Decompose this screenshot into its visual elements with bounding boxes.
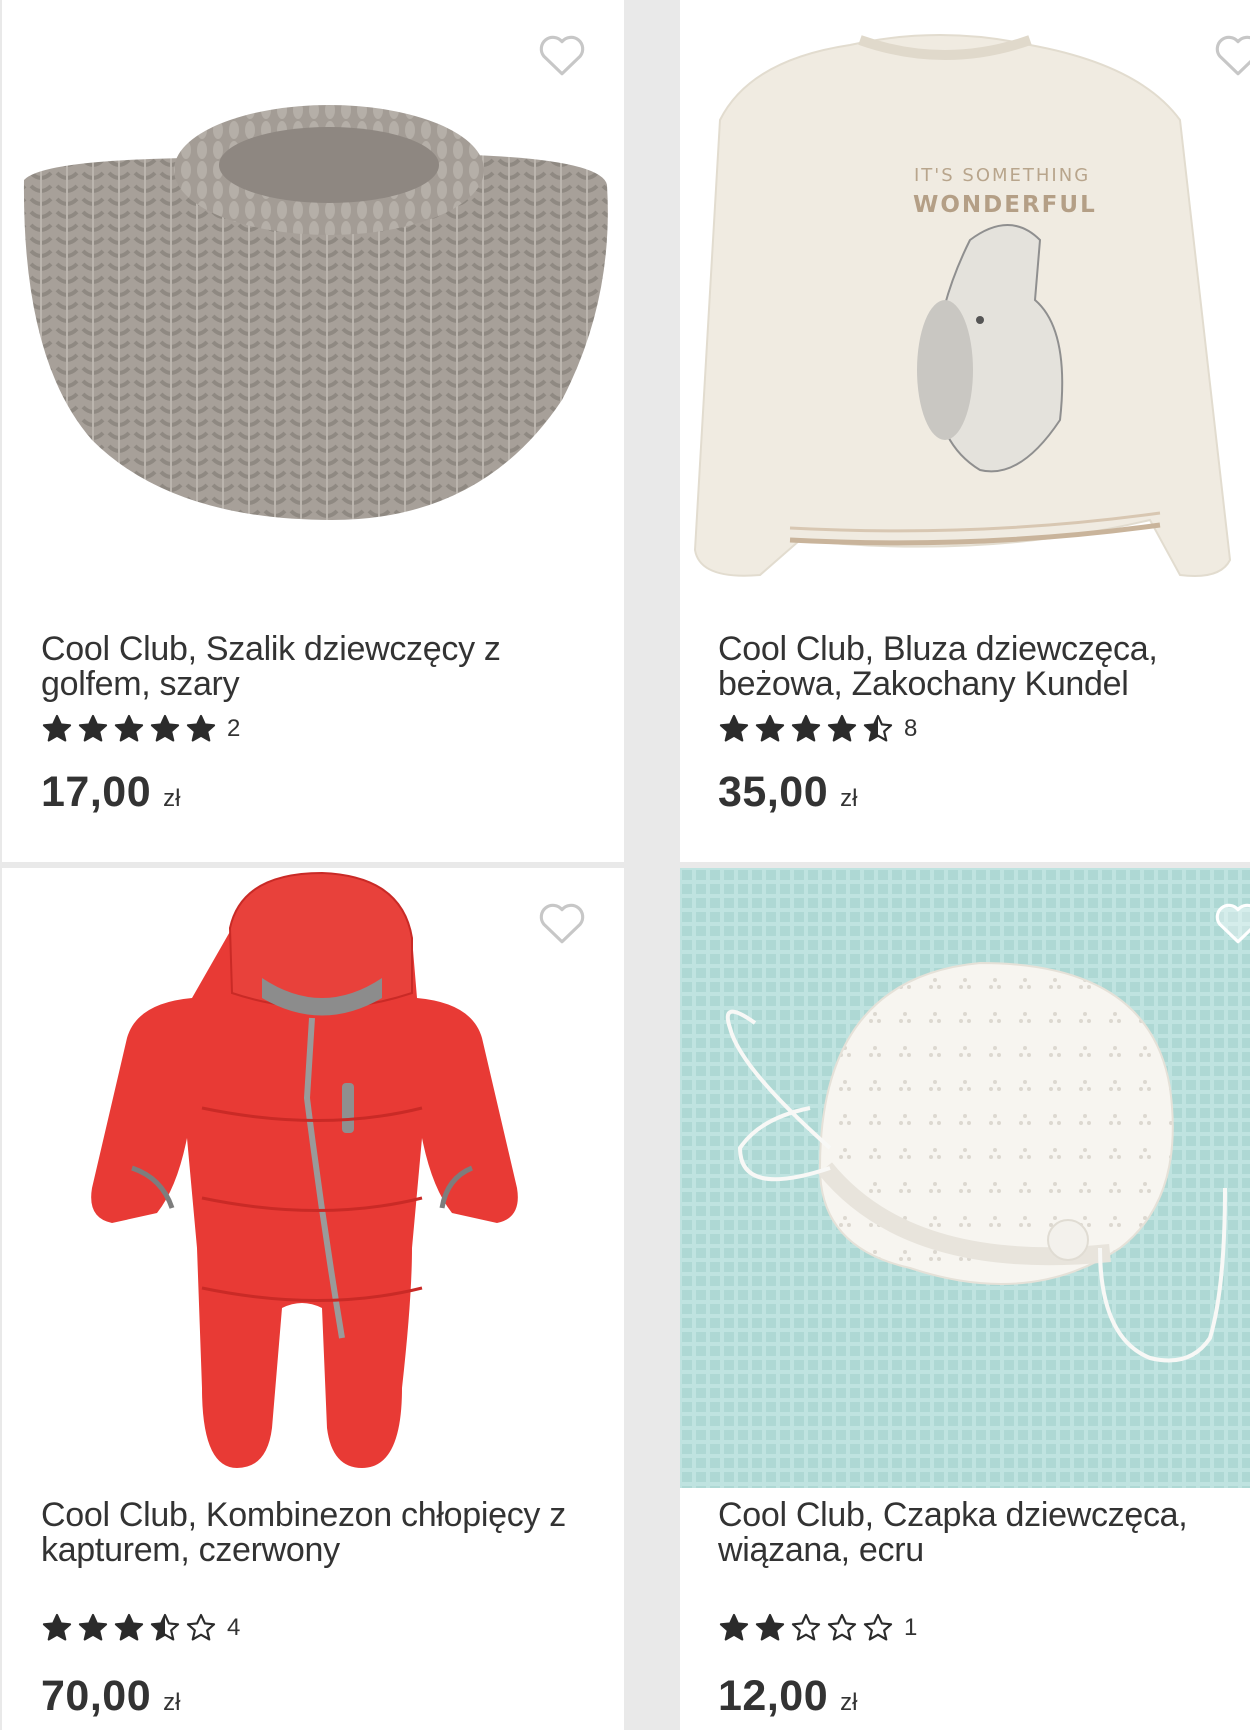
product-title[interactable]: Cool Club, Szalik dziewczęcy z golfem, s… <box>41 632 601 702</box>
price-value: 17,00 <box>41 768 152 816</box>
star-full-icon <box>114 714 144 742</box>
product-image[interactable]: IT'S SOMETHING WONDERFUL <box>680 0 1250 610</box>
product-title[interactable]: Cool Club, Kombinezon chłopięcy z kaptur… <box>41 1498 601 1568</box>
price-currency: zł <box>840 785 858 812</box>
product-card[interactable]: Cool Club, Czapka dziewczęca, wiązana, e… <box>680 868 1250 1730</box>
star-full-icon <box>114 1613 144 1641</box>
wishlist-heart-icon[interactable] <box>537 900 587 946</box>
star-full-icon <box>719 1613 749 1641</box>
star-empty-icon <box>791 1613 821 1641</box>
product-price: 70,00 zł <box>41 1672 180 1721</box>
sweatshirt-print-line2: WONDERFUL <box>913 192 1097 218</box>
product-price: 17,00 zł <box>41 768 180 817</box>
price-currency: zł <box>163 785 181 812</box>
price-value: 35,00 <box>718 768 829 816</box>
review-count: 2 <box>227 715 241 742</box>
star-full-icon <box>186 714 216 742</box>
product-price: 35,00 zł <box>718 768 857 817</box>
product-card[interactable]: Cool Club, Szalik dziewczęcy z golfem, s… <box>2 0 624 862</box>
product-card[interactable]: IT'S SOMETHING WONDERFUL Cool Club, Bluz… <box>680 0 1250 862</box>
price-value: 12,00 <box>718 1672 829 1720</box>
product-rating: 2 <box>41 713 240 745</box>
star-full-icon <box>78 714 108 742</box>
product-title[interactable]: Cool Club, Bluza dziewczęca, beżowa, Zak… <box>718 632 1238 702</box>
review-count: 4 <box>227 1614 241 1641</box>
product-image[interactable] <box>2 0 624 610</box>
star-full-icon <box>150 714 180 742</box>
review-count: 1 <box>904 1614 918 1641</box>
product-title[interactable]: Cool Club, Czapka dziewczęca, wiązana, e… <box>718 1498 1238 1568</box>
star-full-icon <box>755 1613 785 1641</box>
product-rating: 1 <box>718 1612 917 1644</box>
star-full-icon <box>719 714 749 742</box>
product-price: 12,00 zł <box>718 1672 857 1721</box>
price-currency: zł <box>840 1689 858 1716</box>
star-full-icon <box>755 714 785 742</box>
star-full-icon <box>827 714 857 742</box>
wishlist-heart-icon[interactable] <box>537 32 587 78</box>
product-rating: 8 <box>718 713 917 745</box>
star-half-icon <box>150 1613 180 1641</box>
sweatshirt-print-line1: IT'S SOMETHING <box>914 165 1090 186</box>
star-half-icon <box>863 714 893 742</box>
star-empty-icon <box>863 1613 893 1641</box>
star-full-icon <box>42 714 72 742</box>
product-rating: 4 <box>41 1612 240 1644</box>
star-full-icon <box>791 714 821 742</box>
product-image[interactable] <box>2 868 624 1488</box>
star-full-icon <box>42 1613 72 1641</box>
product-image[interactable] <box>680 868 1250 1488</box>
star-full-icon <box>78 1613 108 1641</box>
review-count: 8 <box>904 715 918 742</box>
star-empty-icon <box>186 1613 216 1641</box>
price-currency: zł <box>163 1689 181 1716</box>
wishlist-heart-icon[interactable] <box>1213 32 1250 78</box>
product-card[interactable]: Cool Club, Kombinezon chłopięcy z kaptur… <box>2 868 624 1730</box>
star-empty-icon <box>827 1613 857 1641</box>
price-value: 70,00 <box>41 1672 152 1720</box>
wishlist-heart-icon[interactable] <box>1213 900 1250 946</box>
